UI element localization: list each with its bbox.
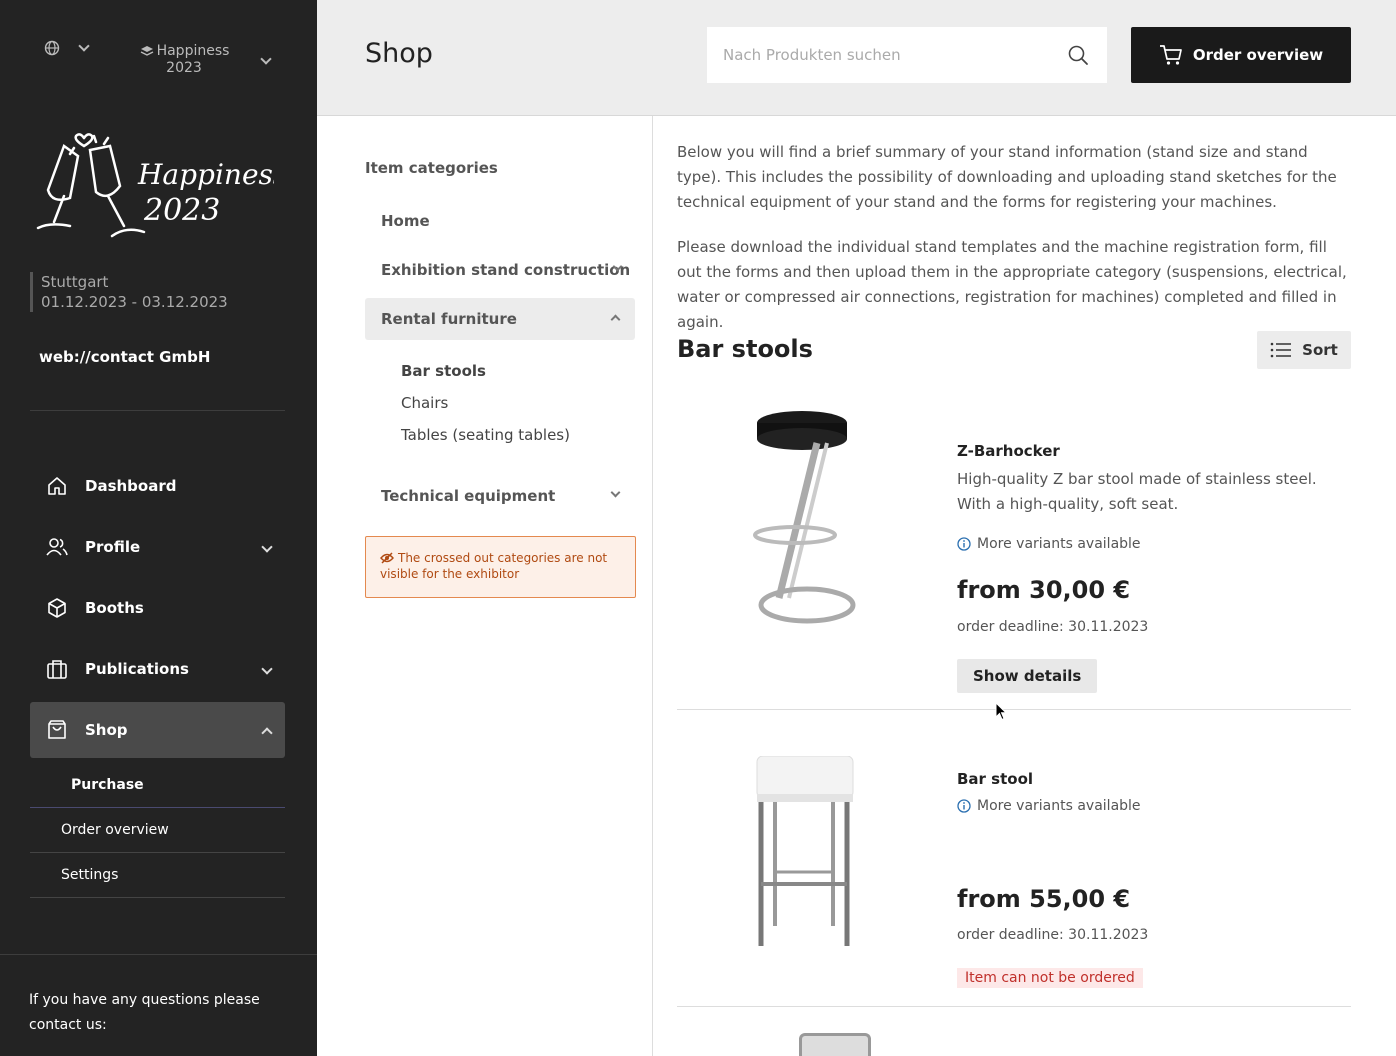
nav-shop[interactable]: Shop bbox=[30, 702, 285, 758]
section-title: Bar stools bbox=[677, 335, 813, 363]
subnav-purchase[interactable]: Purchase bbox=[30, 763, 285, 808]
category-rental-furniture[interactable]: Rental furniture bbox=[365, 298, 635, 340]
product-price: from 30,00 € bbox=[957, 576, 1131, 604]
product-search-input[interactable] bbox=[707, 27, 1107, 83]
briefcase-icon bbox=[47, 660, 67, 679]
nav-dashboard[interactable]: Dashboard bbox=[30, 458, 285, 514]
nav-label: Publications bbox=[85, 660, 189, 678]
category-exhibition-stand-construction[interactable]: Exhibition stand construction bbox=[365, 249, 635, 291]
order-overview-button[interactable]: Order overview bbox=[1131, 27, 1351, 83]
intro-paragraph-2: Please download the individual stand tem… bbox=[677, 238, 1347, 331]
subcategory-tables[interactable]: Tables (seating tables) bbox=[401, 426, 570, 444]
shopping-bag-icon bbox=[48, 720, 66, 739]
nav-booths[interactable]: Booths bbox=[30, 580, 285, 636]
nav-profile[interactable]: Profile bbox=[30, 519, 285, 575]
z-bar-stool-image[interactable] bbox=[737, 403, 867, 633]
mouse-cursor-icon bbox=[995, 702, 1008, 721]
nav-label: Profile bbox=[85, 538, 141, 556]
home-icon bbox=[48, 477, 66, 495]
category-label: Exhibition stand construction bbox=[381, 261, 631, 279]
category-home[interactable]: Home bbox=[365, 200, 635, 242]
product-name: Z-Barhocker bbox=[957, 442, 1060, 460]
divider bbox=[0, 954, 317, 955]
category-technical-equipment[interactable]: Technical equipment bbox=[365, 475, 635, 517]
logo-text-year: 2023 bbox=[143, 193, 220, 228]
intro-paragraph-1: Below you will find a brief summary of y… bbox=[677, 143, 1337, 211]
category-panel: Item categories Home Exhibition stand co… bbox=[317, 116, 653, 1056]
page-title: Shop bbox=[365, 38, 433, 69]
info-icon bbox=[957, 537, 971, 551]
page-header: Shop Order overview bbox=[317, 0, 1396, 116]
product-name: Bar stool bbox=[957, 770, 1034, 788]
product-price: from 55,00 € bbox=[957, 885, 1131, 913]
info-icon bbox=[957, 799, 971, 813]
category-label: Home bbox=[381, 212, 430, 230]
chevron-down-icon bbox=[261, 663, 273, 675]
variants-info: More variants available bbox=[957, 798, 1141, 814]
hidden-categories-notice: The crossed out categories are not visib… bbox=[365, 536, 636, 598]
subcategory-bar-stools[interactable]: Bar stools bbox=[401, 362, 486, 380]
sidebar: Happiness 2023 Happiness 2023 Stuttgart … bbox=[0, 0, 317, 1056]
categories-title: Item categories bbox=[365, 159, 498, 177]
variants-text: More variants available bbox=[977, 536, 1141, 552]
chevron-up-icon bbox=[610, 314, 621, 325]
category-label: Rental furniture bbox=[381, 310, 517, 328]
cube-icon bbox=[48, 598, 66, 618]
product-description: High-quality Z bar stool made of stainle… bbox=[957, 470, 1317, 513]
nav-publications[interactable]: Publications bbox=[30, 641, 285, 697]
cart-icon bbox=[1159, 45, 1182, 65]
bar-stool-image[interactable] bbox=[737, 756, 867, 956]
subcategory-chairs[interactable]: Chairs bbox=[401, 394, 448, 412]
list-icon bbox=[1270, 342, 1292, 358]
chevron-up-icon bbox=[261, 727, 273, 739]
variants-text: More variants available bbox=[977, 798, 1141, 814]
sort-label: Sort bbox=[1302, 341, 1338, 359]
globe-icon bbox=[44, 40, 60, 56]
chevron-down-icon bbox=[610, 487, 621, 498]
subnav-order-overview[interactable]: Order overview bbox=[30, 808, 285, 853]
variants-info: More variants available bbox=[957, 536, 1141, 552]
event-logo: Happiness 2023 bbox=[36, 133, 274, 238]
search-icon[interactable] bbox=[1067, 44, 1089, 66]
sort-button[interactable]: Sort bbox=[1257, 331, 1351, 369]
layers-icon bbox=[140, 46, 154, 56]
product-image-partial[interactable] bbox=[799, 1033, 871, 1056]
show-details-button[interactable]: Show details bbox=[957, 659, 1098, 693]
language-switcher[interactable] bbox=[44, 40, 90, 56]
logo-text-happiness: Happiness bbox=[137, 158, 274, 191]
nav-label: Dashboard bbox=[85, 477, 177, 495]
nav-label: Booths bbox=[85, 599, 144, 617]
nav-label: Shop bbox=[85, 721, 128, 739]
event-city: Stuttgart bbox=[41, 273, 109, 291]
eye-off-icon bbox=[380, 552, 394, 564]
event-location: Stuttgart 01.12.2023 - 03.12.2023 bbox=[30, 272, 228, 312]
category-label: Technical equipment bbox=[381, 487, 556, 505]
event-switcher[interactable]: Happiness 2023 bbox=[138, 43, 278, 77]
company-name: web://contact GmbH bbox=[39, 348, 211, 366]
event-dates: 01.12.2023 - 03.12.2023 bbox=[41, 293, 228, 311]
product-card: Bar stool More variants available from 5… bbox=[677, 710, 1351, 1007]
order-deadline: order deadline: 30.11.2023 bbox=[957, 927, 1149, 943]
notice-text: The crossed out categories are not visib… bbox=[380, 551, 608, 581]
product-card: Z-Barhocker High-quality Z bar stool mad… bbox=[677, 387, 1351, 710]
chevron-down-icon bbox=[260, 53, 272, 65]
order-overview-label: Order overview bbox=[1192, 46, 1324, 64]
chevron-down-icon bbox=[261, 541, 273, 553]
not-orderable-badge: Item can not be ordered bbox=[957, 968, 1143, 988]
users-icon bbox=[46, 538, 68, 556]
subnav-settings[interactable]: Settings bbox=[30, 853, 285, 898]
divider bbox=[30, 410, 285, 411]
order-deadline: order deadline: 30.11.2023 bbox=[957, 619, 1149, 635]
help-text: If you have any questions please contact… bbox=[29, 992, 260, 1033]
chevron-down-icon bbox=[78, 40, 90, 52]
